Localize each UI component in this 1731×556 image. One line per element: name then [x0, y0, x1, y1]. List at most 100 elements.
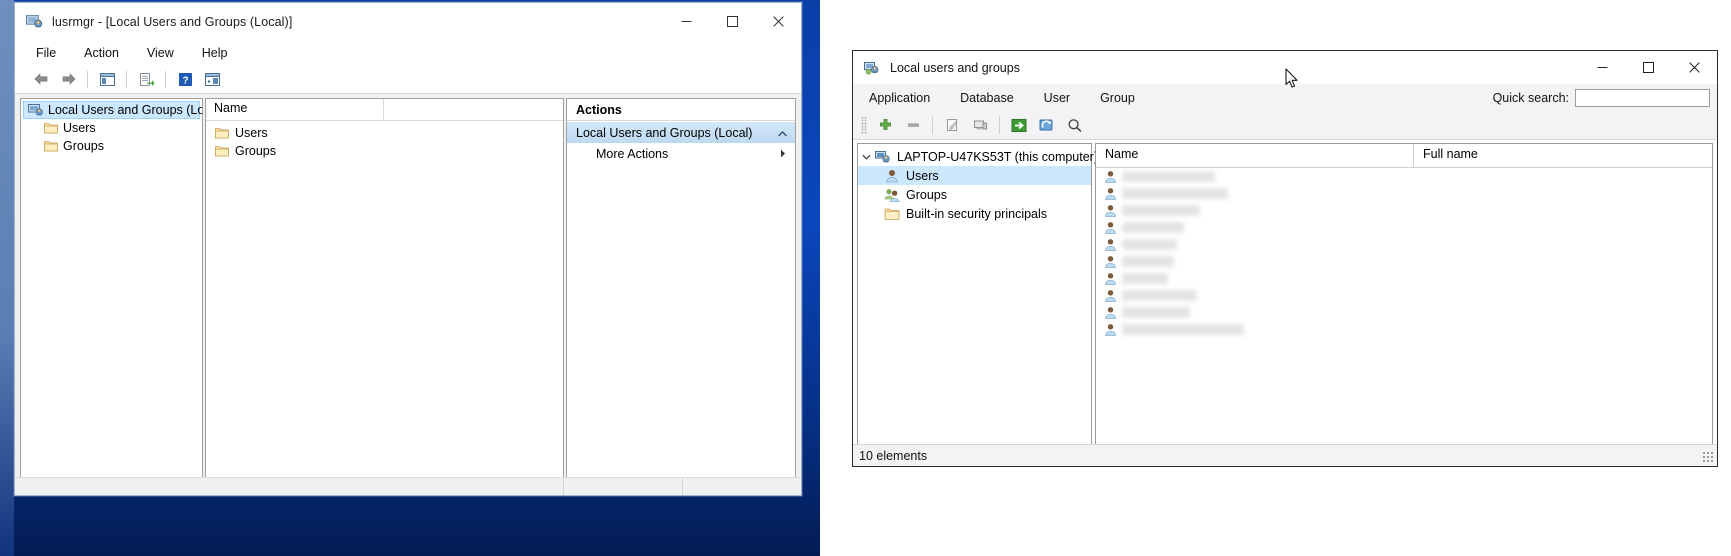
window2-close-button[interactable]: [1671, 51, 1717, 84]
add-icon[interactable]: [872, 113, 898, 137]
actions-header-label: Actions: [576, 102, 622, 117]
menu-item-application[interactable]: Application: [866, 89, 933, 107]
status-cell: [563, 478, 682, 495]
action-item-label: More Actions: [596, 147, 669, 161]
window1-titlebar[interactable]: lusrmgr - [Local Users and Groups (Local…: [15, 3, 801, 40]
quick-search-input[interactable]: [1575, 88, 1710, 107]
user-list-row-name: [1122, 324, 1244, 335]
menu-item-help[interactable]: Help: [199, 44, 231, 62]
column-header-full-name[interactable]: Full name: [1414, 144, 1712, 167]
menu-item-user[interactable]: User: [1041, 89, 1073, 107]
folder-icon: [214, 143, 230, 159]
list-item[interactable]: Groups: [206, 142, 563, 160]
actions-pane[interactable]: Actions Local Users and Groups (Local) M…: [566, 98, 796, 481]
connect-arrow-icon[interactable]: [1006, 113, 1032, 137]
console-tree-pane[interactable]: Local Users and Groups (Local) Users: [20, 98, 203, 481]
lusrmgr-net-window[interactable]: Local users and groups Application Datab…: [852, 50, 1718, 467]
window1-close-button[interactable]: [755, 3, 801, 40]
window2-menubar: Application Database User Group Quick se…: [853, 84, 1717, 111]
column-header-name[interactable]: Name: [206, 99, 384, 120]
user-list-row[interactable]: [1096, 253, 1712, 270]
forward-arrow-icon[interactable]: [56, 68, 80, 90]
user-icon: [1103, 220, 1118, 236]
tree-item-computer[interactable]: LAPTOP-U47KS53T (this computer): [858, 147, 1098, 166]
action-item-more-actions[interactable]: More Actions: [567, 143, 795, 165]
menu-item-action[interactable]: Action: [81, 44, 122, 62]
menu-item-group[interactable]: Group: [1097, 89, 1138, 107]
user-list-row[interactable]: [1096, 270, 1712, 287]
resize-grip[interactable]: [1702, 451, 1714, 463]
chevron-up-icon[interactable]: [778, 126, 787, 140]
user-list-row[interactable]: [1096, 236, 1712, 253]
user-list-row-name: [1122, 205, 1200, 216]
folder-icon: [43, 120, 59, 136]
computer-icon[interactable]: [967, 113, 993, 137]
toolbar-grip[interactable]: [861, 116, 867, 134]
user-list-row[interactable]: [1096, 202, 1712, 219]
user-icon: [1103, 237, 1118, 253]
help-icon[interactable]: ?: [173, 68, 197, 90]
computer-snapin-icon: [28, 102, 44, 118]
actions-pane-header: Actions: [567, 99, 795, 121]
user-list-row[interactable]: [1096, 219, 1712, 236]
lusrmgr-mmc-window[interactable]: lusrmgr - [Local Users and Groups (Local…: [14, 2, 802, 496]
group-icon: [884, 187, 901, 203]
user-list-row[interactable]: [1096, 287, 1712, 304]
remove-icon[interactable]: [900, 113, 926, 137]
tree-item-groups[interactable]: Groups: [21, 137, 202, 155]
edit-icon[interactable]: [939, 113, 965, 137]
status-element-count: 10 elements: [859, 448, 928, 463]
toolbar-separator: [999, 116, 1000, 134]
menu-item-view[interactable]: View: [144, 44, 177, 62]
window1-toolbar: ?: [15, 65, 801, 94]
tree-item-local-users-and-groups[interactable]: Local Users and Groups (Local): [23, 101, 202, 119]
actions-selected-item[interactable]: Local Users and Groups (Local): [567, 121, 795, 143]
show-hide-console-tree-icon[interactable]: [95, 68, 119, 90]
window2-maximize-button[interactable]: [1625, 51, 1671, 84]
tree-item-users[interactable]: Users: [21, 119, 202, 137]
user-list-row[interactable]: [1096, 321, 1712, 338]
user-list-row[interactable]: [1096, 168, 1712, 185]
tree-item-label: Groups: [906, 187, 947, 202]
user-list-row-name: [1122, 171, 1215, 182]
column-header-name[interactable]: Name: [1096, 144, 1414, 167]
chevron-right-icon: [780, 147, 786, 161]
refresh-icon[interactable]: [1034, 113, 1060, 137]
desktop-edge-gradient: [0, 0, 14, 556]
lusrmgr-net-icon: [864, 60, 880, 76]
window1-maximize-button[interactable]: [709, 3, 755, 40]
window2-tree-pane[interactable]: LAPTOP-U47KS53T (this computer) Users Gr…: [857, 143, 1098, 447]
tree-item-label: LAPTOP-U47KS53T (this computer): [897, 149, 1099, 164]
export-list-icon[interactable]: [134, 68, 158, 90]
tree-item-label: Users: [63, 121, 96, 135]
chevron-down-icon[interactable]: [858, 154, 875, 160]
list-item[interactable]: Users: [206, 124, 563, 142]
toolbar-separator: [87, 70, 88, 88]
svg-text:?: ?: [182, 75, 188, 86]
window2-controls: [1579, 51, 1717, 84]
tree-item-builtin-security-principals[interactable]: Built-in security principals: [858, 204, 1091, 223]
user-list-row-name: [1122, 273, 1168, 284]
window1-minimize-button[interactable]: [663, 3, 709, 40]
mmc-snapin-icon: [26, 13, 43, 30]
tree-item-users[interactable]: Users: [858, 166, 1091, 185]
user-icon: [1103, 288, 1118, 304]
folder-icon: [214, 125, 230, 141]
back-arrow-icon[interactable]: [29, 68, 53, 90]
toolbar-separator: [932, 116, 933, 134]
result-list-pane[interactable]: Name Users Groups: [205, 98, 564, 481]
window2-user-list-pane[interactable]: Name Full name: [1095, 143, 1713, 447]
show-hide-action-pane-icon[interactable]: [200, 68, 224, 90]
user-list-header-row: Name Full name: [1096, 144, 1712, 168]
user-list-row[interactable]: [1096, 304, 1712, 321]
user-list-row[interactable]: [1096, 185, 1712, 202]
menu-item-database[interactable]: Database: [957, 89, 1017, 107]
menu-item-file[interactable]: File: [33, 44, 59, 62]
user-icon: [1103, 322, 1118, 338]
window1-menubar: File Action View Help: [15, 40, 801, 65]
search-icon[interactable]: [1062, 113, 1088, 137]
window2-minimize-button[interactable]: [1579, 51, 1625, 84]
window2-titlebar[interactable]: Local users and groups: [853, 51, 1717, 84]
column-header-blank[interactable]: [384, 99, 563, 120]
tree-item-groups[interactable]: Groups: [858, 185, 1091, 204]
